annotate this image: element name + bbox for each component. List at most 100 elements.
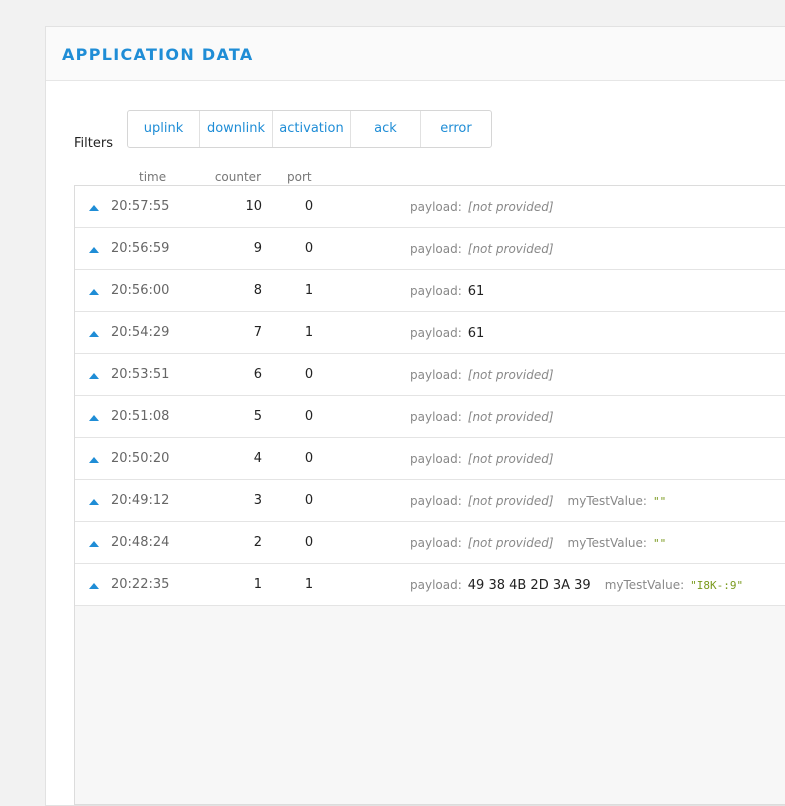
message-port: 0	[304, 367, 314, 382]
payload-value: 61	[467, 284, 485, 299]
payload-label: payload:	[410, 200, 462, 214]
uplink-arrow-icon	[89, 331, 99, 337]
message-counter: 9	[253, 241, 262, 256]
message-time: 20:54:29	[111, 325, 170, 340]
mytestvalue-value: "I8K-:9"	[690, 579, 744, 592]
message-row[interactable]: 20:53:51 6 0 payload: [not provided]	[75, 354, 785, 396]
message-port: 0	[304, 451, 314, 466]
message-fields: payload: 61	[410, 283, 484, 300]
filter-activation-button[interactable]: activation	[273, 111, 351, 147]
payload-value: [not provided]	[467, 368, 554, 382]
payload-value: 61	[467, 326, 485, 341]
message-counter: 2	[253, 535, 262, 550]
message-port: 0	[304, 199, 314, 214]
uplink-arrow-icon	[89, 289, 99, 295]
message-counter: 3	[253, 493, 262, 508]
payload-label: payload:	[410, 368, 462, 382]
message-row[interactable]: 20:48:24 2 0 payload: [not provided] myT…	[75, 522, 785, 564]
message-port: 1	[304, 325, 314, 340]
payload-label: payload:	[410, 578, 462, 592]
message-time: 20:22:35	[111, 577, 170, 592]
payload-value: [not provided]	[467, 452, 554, 466]
message-counter: 1	[253, 577, 262, 592]
payload-label: payload:	[410, 242, 462, 256]
message-time: 20:49:12	[111, 493, 170, 508]
uplink-arrow-icon	[89, 583, 99, 589]
message-fields: payload: [not provided]	[410, 409, 554, 425]
message-time: 20:51:08	[111, 409, 170, 424]
payload-value: [not provided]	[467, 200, 554, 214]
message-row[interactable]: 20:49:12 3 0 payload: [not provided] myT…	[75, 480, 785, 522]
message-port: 0	[304, 493, 314, 508]
message-port: 1	[304, 577, 314, 592]
message-time: 20:53:51	[111, 367, 170, 382]
message-fields: payload: 61	[410, 325, 484, 342]
column-header-counter: counter	[214, 170, 261, 184]
message-row[interactable]: 20:51:08 5 0 payload: [not provided]	[75, 396, 785, 438]
payload-value: [not provided]	[467, 536, 554, 550]
message-fields: payload: [not provided]	[410, 451, 554, 467]
payload-label: payload:	[410, 410, 462, 424]
message-counter: 10	[245, 199, 262, 214]
mytestvalue-value: ""	[652, 537, 667, 550]
message-row[interactable]: 20:56:59 9 0 payload: [not provided]	[75, 228, 785, 270]
message-port: 0	[304, 241, 314, 256]
message-port: 0	[304, 409, 314, 424]
message-row[interactable]: 20:54:29 7 1 payload: 61	[75, 312, 785, 354]
message-port: 1	[304, 283, 314, 298]
message-time: 20:56:59	[111, 241, 170, 256]
payload-value: 49 38 4B 2D 3A 39	[467, 578, 591, 593]
message-fields: payload: [not provided] myTestValue: ""	[410, 493, 666, 510]
panel-header: APPLICATION DATA	[46, 27, 785, 81]
uplink-arrow-icon	[89, 499, 99, 505]
uplink-arrow-icon	[89, 457, 99, 463]
message-time: 20:50:20	[111, 451, 170, 466]
uplink-arrow-icon	[89, 415, 99, 421]
payload-value: [not provided]	[467, 410, 554, 424]
payload-value: [not provided]	[467, 494, 554, 508]
message-counter: 4	[253, 451, 262, 466]
payload-label: payload:	[410, 536, 462, 550]
payload-label: payload:	[410, 326, 462, 340]
mytestvalue-label: myTestValue:	[567, 536, 647, 550]
column-header-port: port	[287, 170, 312, 184]
filter-uplink-button[interactable]: uplink	[128, 111, 200, 147]
message-time: 20:57:55	[111, 199, 170, 214]
filter-downlink-button[interactable]: downlink	[200, 111, 273, 147]
message-row[interactable]: 20:57:55 10 0 payload: [not provided]	[75, 186, 785, 228]
message-log: 20:57:55 10 0 payload: [not provided] 20…	[74, 185, 785, 805]
payload-label: payload:	[410, 494, 462, 508]
uplink-arrow-icon	[89, 373, 99, 379]
mytestvalue-label: myTestValue:	[604, 578, 685, 592]
uplink-arrow-icon	[89, 247, 99, 253]
column-header-time: time	[139, 170, 167, 184]
message-counter: 8	[253, 283, 262, 298]
uplink-arrow-icon	[89, 541, 99, 547]
message-time: 20:48:24	[111, 535, 170, 550]
message-fields: payload: [not provided]	[410, 367, 554, 383]
filters-label: Filters	[74, 136, 113, 151]
payload-label: payload:	[410, 452, 462, 466]
mytestvalue-value: ""	[652, 495, 667, 508]
message-list: 20:57:55 10 0 payload: [not provided] 20…	[75, 186, 785, 606]
message-counter: 5	[253, 409, 262, 424]
message-time: 20:56:00	[111, 283, 170, 298]
message-counter: 6	[253, 367, 262, 382]
message-fields: payload: 49 38 4B 2D 3A 39 myTestValue: "…	[410, 577, 743, 594]
payload-value: [not provided]	[467, 242, 554, 256]
message-row[interactable]: 20:50:20 4 0 payload: [not provided]	[75, 438, 785, 480]
panel-title: APPLICATION DATA	[62, 45, 254, 64]
filter-button-group: uplink downlink activation ack error	[127, 110, 492, 148]
message-fields: payload: [not provided]	[410, 199, 554, 215]
message-counter: 7	[253, 325, 262, 340]
uplink-arrow-icon	[89, 205, 99, 211]
message-port: 0	[304, 535, 314, 550]
message-fields: payload: [not provided]	[410, 241, 554, 257]
message-row[interactable]: 20:22:35 1 1 payload: 49 38 4B 2D 3A 39 …	[75, 564, 785, 606]
filter-error-button[interactable]: error	[421, 111, 491, 147]
filter-ack-button[interactable]: ack	[351, 111, 421, 147]
payload-label: payload:	[410, 284, 462, 298]
message-fields: payload: [not provided] myTestValue: ""	[410, 535, 666, 552]
message-row[interactable]: 20:56:00 8 1 payload: 61	[75, 270, 785, 312]
mytestvalue-label: myTestValue:	[567, 494, 647, 508]
